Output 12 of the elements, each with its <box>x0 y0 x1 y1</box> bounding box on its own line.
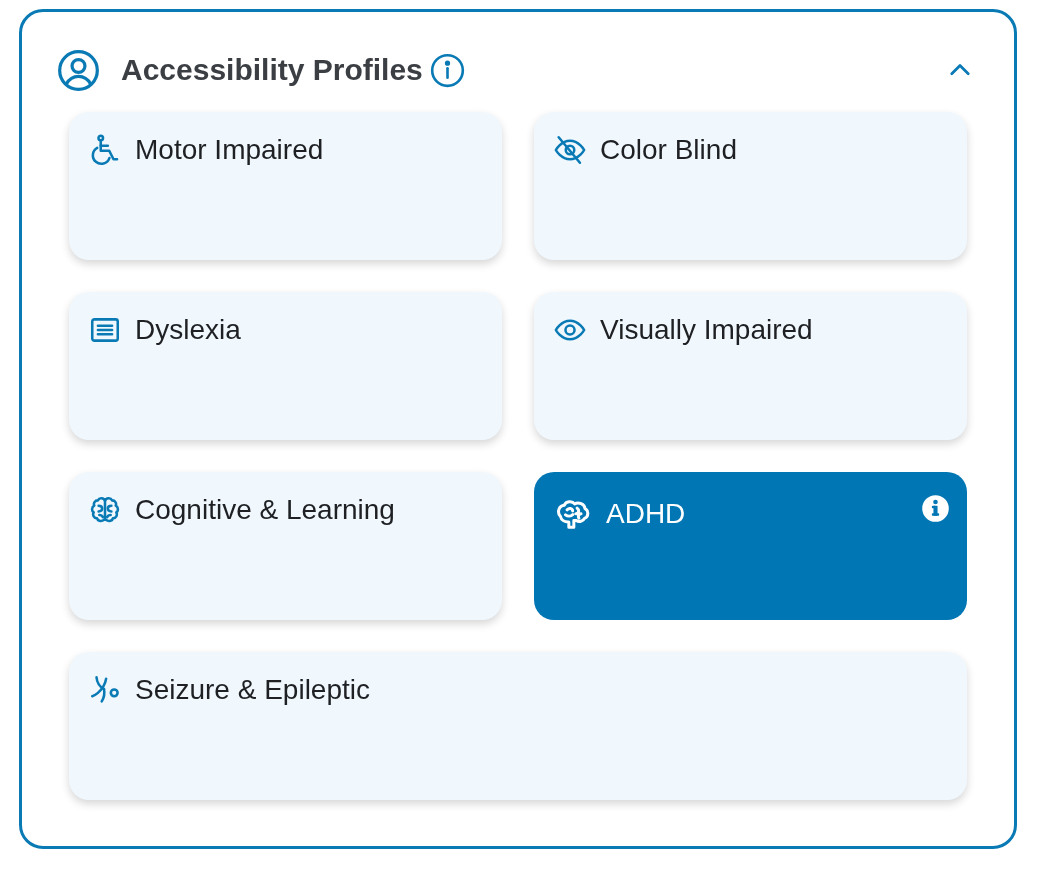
info-icon[interactable] <box>429 52 465 88</box>
profile-card[interactable]: Visually Impaired <box>534 292 967 440</box>
eye-slash-icon <box>553 133 587 167</box>
profile-card[interactable]: Color Blind <box>534 112 967 260</box>
info-icon[interactable] <box>921 494 950 523</box>
profile-card[interactable]: Motor Impaired <box>69 112 502 260</box>
profile-card[interactable]: Dyslexia <box>69 292 502 440</box>
profile-card[interactable]: ADHD <box>534 472 967 620</box>
profile-card[interactable]: Cognitive & Learning <box>69 472 502 620</box>
panel-title: Accessibility Profiles <box>121 52 423 88</box>
user-icon <box>57 48 100 92</box>
profile-card[interactable]: Seizure & Epileptic <box>69 652 967 800</box>
